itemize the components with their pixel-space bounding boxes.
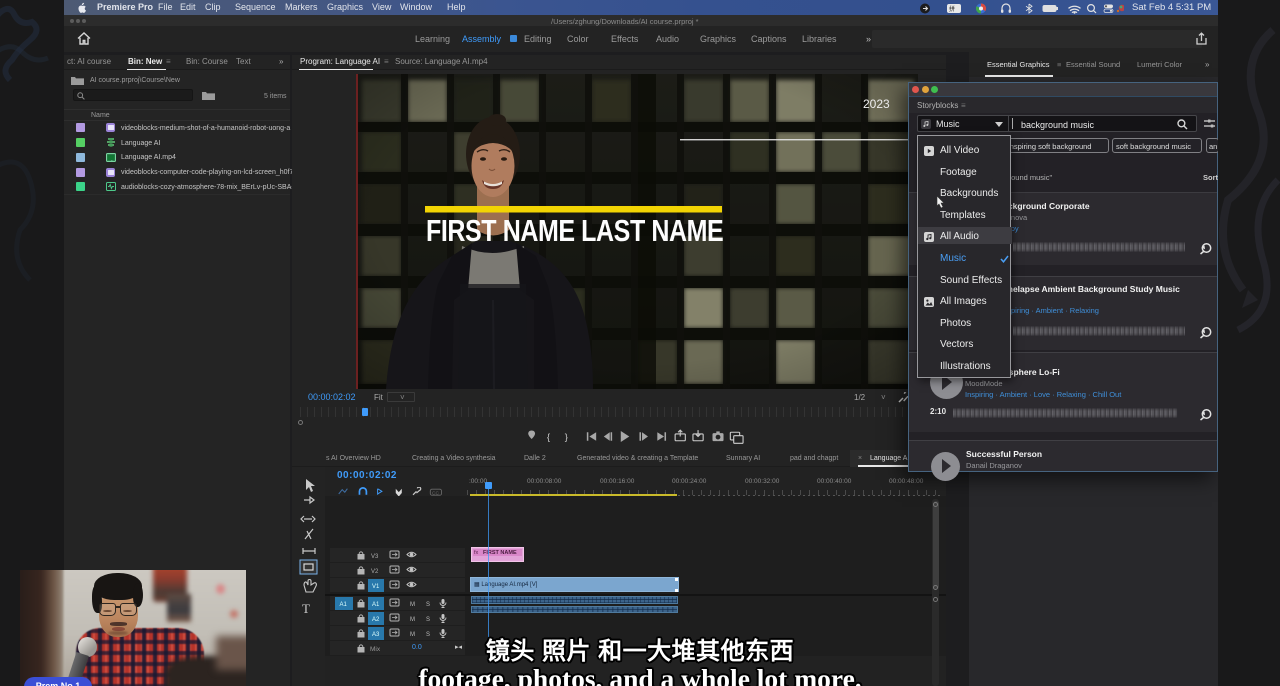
svg-text:A2: A2 [372,617,380,623]
svg-text:拼: 拼 [949,5,955,13]
svg-text:{: { [547,432,550,442]
svg-text:2023: 2023 [863,97,890,111]
svg-text:T: T [302,601,310,616]
svg-text:M: M [410,617,415,623]
svg-text:A1: A1 [340,602,348,608]
svg-text:FIRST NAME LAST NAME: FIRST NAME LAST NAME [426,214,723,248]
svg-text:V1: V1 [372,584,380,590]
svg-text:M: M [410,602,415,608]
svg-text:S: S [426,602,430,608]
svg-text:V2: V2 [371,569,379,575]
svg-text:V3: V3 [371,554,379,560]
svg-text:}: } [565,432,568,442]
svg-text:A1: A1 [372,602,380,608]
svg-text:S: S [426,617,430,623]
